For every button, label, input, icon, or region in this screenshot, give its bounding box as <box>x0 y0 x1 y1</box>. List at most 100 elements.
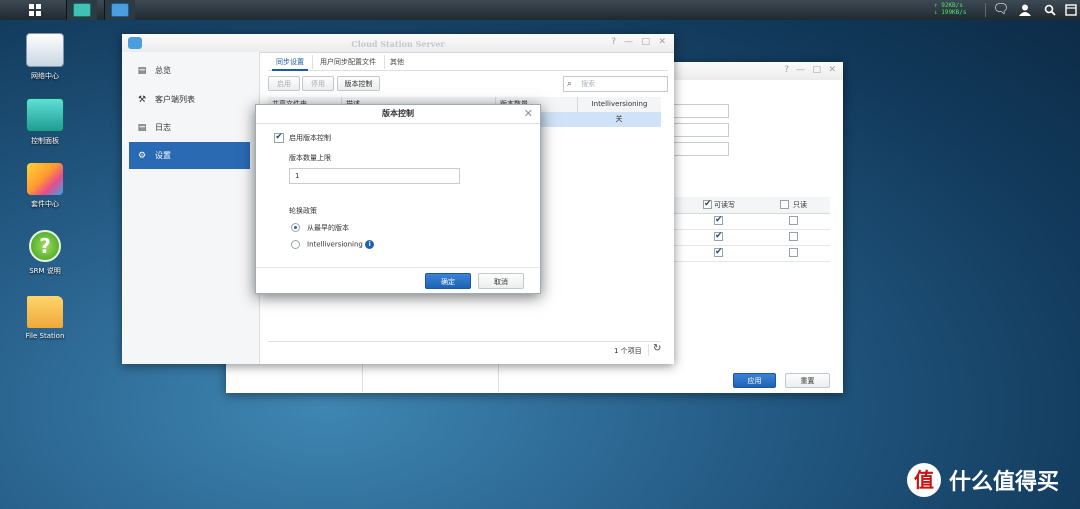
tab-other[interactable]: 其他 <box>382 55 412 69</box>
help-icon: ? <box>29 230 61 262</box>
search-placeholder: 搜索 <box>581 80 595 88</box>
main-menu-button[interactable] <box>24 0 46 20</box>
widgets-icon[interactable] <box>1062 2 1080 18</box>
search-input[interactable]: ⌕ 搜索 <box>563 76 668 92</box>
tab-sync-settings[interactable]: 同步设置 <box>268 55 313 71</box>
help-icon[interactable]: ? <box>611 37 616 47</box>
maximize-icon[interactable]: □ <box>641 37 650 47</box>
item-count: 1 个项目 <box>614 347 642 355</box>
grid-footer: 1 个项目 ↻ <box>268 341 661 358</box>
watermark-logo: 值 <box>907 463 941 497</box>
desktop-icon-label: 套件中心 <box>31 200 59 208</box>
enable-button[interactable]: 启用 <box>268 76 300 91</box>
radio-earliest[interactable] <box>291 223 300 232</box>
user-icon[interactable] <box>1016 2 1034 18</box>
tab-user-profiles[interactable]: 用户同步配置文件 <box>312 55 385 69</box>
version-control-button[interactable]: 版本控制 <box>337 76 380 91</box>
ro-checkbox[interactable] <box>789 216 798 225</box>
watermark: 值 什么值得买 <box>907 463 1059 497</box>
text-field[interactable] <box>672 123 729 137</box>
sidebar: ▤ 总览 ⚒ 客户端列表 ▤ 日志 ⚙ 设置 <box>122 52 260 364</box>
select-all-rw-checkbox[interactable] <box>703 200 712 209</box>
sidebar-item-label: 设置 <box>155 151 171 160</box>
log-icon: ▤ <box>137 122 147 133</box>
radio-earliest-label: 从最早的版本 <box>307 224 349 232</box>
ok-button[interactable]: 确定 <box>425 273 471 289</box>
gear-icon: ⚙ <box>137 150 147 161</box>
help-icon[interactable]: ? <box>784 65 789 75</box>
sidebar-item-label: 日志 <box>155 123 171 132</box>
sidebar-item-overview[interactable]: ▤ 总览 <box>129 57 250 84</box>
divider <box>256 267 540 268</box>
package-icon <box>27 163 63 195</box>
ro-checkbox[interactable] <box>789 232 798 241</box>
sidebar-item-client-list[interactable]: ⚒ 客户端列表 <box>129 86 250 113</box>
control-panel-icon <box>26 98 64 132</box>
desktop-icon-srm-help[interactable]: ? SRM 说明 <box>5 230 85 276</box>
ro-checkbox[interactable] <box>789 248 798 257</box>
enable-version-control-checkbox[interactable] <box>274 133 284 143</box>
max-versions-input[interactable]: 1 <box>289 168 460 184</box>
divider <box>362 364 363 392</box>
desktop-icon-file-station[interactable]: File Station <box>5 296 85 340</box>
search-icon[interactable] <box>1041 2 1059 18</box>
taskbar-control-panel[interactable] <box>66 0 97 20</box>
divider <box>985 3 986 17</box>
desktop-icon-label: 网络中心 <box>31 72 59 80</box>
close-icon[interactable]: ✕ <box>524 105 533 123</box>
main-menu-icon <box>29 4 41 16</box>
rw-checkbox[interactable] <box>714 232 723 241</box>
divider <box>648 344 649 356</box>
divider <box>498 364 499 392</box>
apply-button[interactable]: 应用 <box>733 373 776 388</box>
net-down: ↓ 199KB/s <box>934 9 967 16</box>
desktop-icon-package-center[interactable]: 套件中心 <box>5 163 85 209</box>
ro-header: 只读 <box>793 201 807 209</box>
rw-checkbox[interactable] <box>714 216 723 225</box>
desktop-icon-label: File Station <box>25 332 65 340</box>
folder-icon <box>27 296 63 328</box>
desktop-icon-label: SRM 说明 <box>29 267 61 275</box>
wrench-icon: ⚒ <box>137 94 147 105</box>
sidebar-item-label: 客户端列表 <box>155 95 195 104</box>
text-field[interactable] <box>672 142 729 156</box>
close-icon[interactable]: ✕ <box>828 65 836 75</box>
maximize-icon[interactable]: □ <box>812 65 821 75</box>
network-speed: ↑ 92KB/s ↓ 199KB/s <box>934 2 967 16</box>
cancel-button[interactable]: 取消 <box>478 273 524 289</box>
reset-button[interactable]: 重置 <box>785 373 830 388</box>
close-icon[interactable]: ✕ <box>658 37 666 47</box>
taskbar-cloud-station[interactable] <box>104 0 135 20</box>
cloud-station-titlebar: Cloud Station Server ? — □ ✕ <box>122 34 674 53</box>
column-header-intelliversioning[interactable]: Intelliversioning <box>577 97 661 112</box>
router-icon <box>26 33 64 67</box>
rw-header: 可读写 <box>714 201 735 209</box>
overview-icon: ▤ <box>137 65 147 76</box>
info-icon[interactable]: i <box>365 240 375 249</box>
text-field[interactable] <box>672 104 729 118</box>
rotation-policy-label: 轮换政策 <box>289 207 317 215</box>
intelliversioning-cell: 关 <box>615 115 623 123</box>
max-versions-label: 版本数量上限 <box>289 154 331 162</box>
chat-icon[interactable]: 🗨 <box>992 2 1010 18</box>
cloud-station-icon <box>111 3 129 17</box>
sidebar-item-log[interactable]: ▤ 日志 <box>129 114 250 141</box>
sidebar-item-settings[interactable]: ⚙ 设置 <box>129 142 250 169</box>
search-icon: ⌕ <box>567 79 573 89</box>
radio-intelliversioning-label: Intelliversioning i <box>307 240 375 249</box>
control-panel-icon <box>73 3 91 17</box>
watermark-text: 什么值得买 <box>949 470 1060 495</box>
minimize-icon[interactable]: — <box>796 65 805 75</box>
taskbar: ↑ 92KB/s ↓ 199KB/s 🗨 <box>0 0 1080 20</box>
rw-checkbox[interactable] <box>714 248 723 257</box>
desktop-icon-label: 控制面板 <box>31 137 59 145</box>
select-all-ro-checkbox[interactable] <box>780 200 789 209</box>
refresh-icon[interactable]: ↻ <box>653 343 661 354</box>
desktop-icon-network-center[interactable]: 网络中心 <box>5 33 85 81</box>
radio-intelliversioning[interactable] <box>291 240 300 249</box>
sidebar-item-label: 总览 <box>155 66 171 75</box>
enable-version-control-label: 启用版本控制 <box>289 134 331 142</box>
minimize-icon[interactable]: — <box>624 37 633 47</box>
desktop-icon-control-panel[interactable]: 控制面板 <box>5 98 85 146</box>
disable-button[interactable]: 停用 <box>302 76 334 91</box>
